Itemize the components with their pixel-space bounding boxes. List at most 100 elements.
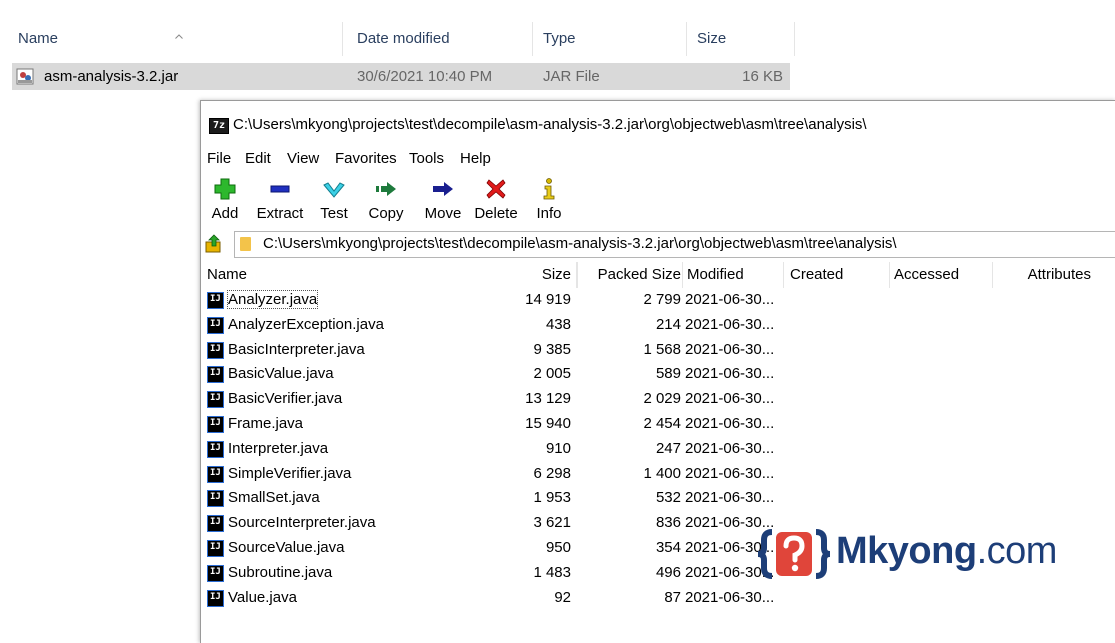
file-name: BasicValue.java: [228, 365, 334, 383]
column-divider[interactable]: [686, 22, 687, 56]
intellij-file-icon: IJ: [207, 564, 224, 582]
file-name: Value.java: [228, 588, 297, 606]
explorer-column-header: Name Date modified Type Size: [0, 22, 800, 56]
file-modified: 2021-06-30...: [685, 588, 775, 606]
intellij-file-icon: IJ: [207, 539, 224, 557]
column-size[interactable]: Size: [697, 22, 726, 56]
file-name: SourceValue.java: [228, 538, 345, 556]
header-created[interactable]: Created: [790, 266, 843, 283]
file-modified: 2021-06-30...: [685, 365, 775, 383]
intellij-file-icon: IJ: [207, 415, 224, 433]
column-type[interactable]: Type: [543, 22, 576, 56]
column-name[interactable]: Name: [18, 22, 58, 56]
list-item[interactable]: IJ AnalyzerException.java 438 214 2021-0…: [201, 315, 1115, 340]
plus-icon: [214, 178, 236, 200]
file-size: 16 KB: [742, 68, 783, 85]
title-bar[interactable]: 7z C:\Users\mkyong\projects\test\decompi…: [201, 101, 1115, 145]
header-attributes[interactable]: Attributes: [1028, 266, 1091, 283]
jar-file-icon: [16, 68, 34, 85]
list-item[interactable]: IJ Interpreter.java 910 247 2021-06-30..…: [201, 439, 1115, 464]
minus-icon: [270, 185, 290, 193]
watermark-text: Mkyong.com: [836, 530, 1057, 573]
menu-favorites[interactable]: Favorites: [335, 150, 397, 167]
intellij-file-icon: IJ: [207, 292, 224, 309]
column-divider[interactable]: [783, 262, 784, 288]
file-packed-size: 496: [655, 563, 681, 581]
column-divider[interactable]: [532, 22, 533, 56]
column-divider[interactable]: [889, 262, 890, 288]
sevenzip-app-icon[interactable]: 7z: [209, 118, 229, 134]
info-button[interactable]: Info: [533, 173, 565, 229]
file-modified: 2021-06-30...: [685, 489, 775, 507]
file-size: 92: [554, 588, 571, 606]
column-divider[interactable]: [682, 262, 683, 288]
file-packed-size: 247: [655, 439, 681, 457]
header-size[interactable]: Size: [542, 266, 571, 283]
file-name: asm-analysis-3.2.jar: [44, 68, 179, 85]
list-item[interactable]: IJ BasicVerifier.java 13 129 2 029 2021-…: [201, 389, 1115, 414]
column-divider[interactable]: [992, 262, 993, 288]
menu-help[interactable]: Help: [460, 150, 491, 167]
move-button[interactable]: Move: [421, 173, 465, 229]
file-size: 6 298: [533, 464, 571, 482]
up-folder-icon[interactable]: [205, 234, 223, 254]
folder-icon: [240, 237, 251, 251]
column-divider[interactable]: [577, 262, 578, 288]
column-divider[interactable]: [342, 22, 343, 56]
menu-view[interactable]: View: [287, 150, 319, 167]
path-text: C:\Users\mkyong\projects\test\decompile\…: [263, 235, 897, 252]
list-item[interactable]: IJ Frame.java 15 940 2 454 2021-06-30...: [201, 414, 1115, 439]
file-size: 15 940: [525, 414, 571, 432]
file-packed-size: 532: [655, 489, 681, 507]
header-name[interactable]: Name: [207, 266, 247, 283]
test-button[interactable]: Test: [315, 173, 353, 229]
list-item[interactable]: IJ Analyzer.java 14 919 2 799 2021-06-30…: [201, 290, 1115, 315]
list-item[interactable]: IJ SimpleVerifier.java 6 298 1 400 2021-…: [201, 464, 1115, 489]
file-modified: 2021-06-30...: [685, 439, 775, 457]
add-button[interactable]: Add: [207, 173, 243, 229]
intellij-file-icon: IJ: [207, 391, 224, 409]
header-modified[interactable]: Modified: [687, 266, 744, 283]
file-packed-size: 589: [655, 365, 681, 383]
list-item[interactable]: IJ Value.java 92 87 2021-06-30...: [201, 588, 1115, 613]
file-modified: 2021-06-30...: [685, 340, 775, 358]
list-item[interactable]: IJ SmallSet.java 1 953 532 2021-06-30...: [201, 488, 1115, 513]
file-packed-size: 1 568: [643, 340, 681, 358]
copy-button[interactable]: Copy: [366, 173, 406, 229]
column-divider[interactable]: [794, 22, 795, 56]
menu-tools[interactable]: Tools: [409, 150, 444, 167]
delete-button[interactable]: Delete: [471, 173, 521, 229]
header-packed-size[interactable]: Packed Size: [598, 266, 681, 283]
file-list-header: Name Size Packed Size Modified Created A…: [201, 262, 1115, 288]
file-size: 950: [545, 538, 571, 556]
intellij-file-icon: IJ: [207, 465, 224, 483]
list-item[interactable]: IJ BasicValue.java 2 005 589 2021-06-30.…: [201, 364, 1115, 389]
file-row-selected[interactable]: asm-analysis-3.2.jar 30/6/2021 10:40 PM …: [12, 63, 790, 90]
delete-x-icon: [486, 179, 506, 199]
file-packed-size: 836: [655, 514, 681, 532]
file-name: Analyzer.java: [226, 290, 319, 309]
header-accessed[interactable]: Accessed: [894, 266, 959, 283]
info-label: Info: [536, 205, 562, 222]
menu-edit[interactable]: Edit: [245, 150, 271, 167]
column-date-modified[interactable]: Date modified: [357, 22, 450, 56]
menu-file[interactable]: File: [207, 150, 231, 167]
file-date: 30/6/2021 10:40 PM: [357, 68, 493, 85]
list-item[interactable]: IJ BasicInterpreter.java 9 385 1 568 202…: [201, 340, 1115, 365]
file-type: JAR File: [543, 68, 600, 85]
file-modified: 2021-06-30...: [685, 291, 775, 308]
copy-label: Copy: [368, 205, 404, 222]
intellij-file-icon: IJ: [207, 366, 224, 384]
path-input[interactable]: C:\Users\mkyong\projects\test\decompile\…: [234, 231, 1115, 258]
file-packed-size: 1 400: [643, 464, 681, 482]
file-name: SmallSet.java: [228, 489, 320, 507]
file-modified: 2021-06-30...: [685, 464, 775, 482]
extract-button[interactable]: Extract: [253, 173, 307, 229]
file-size: 1 483: [533, 563, 571, 581]
add-label: Add: [211, 205, 239, 222]
file-packed-size: 214: [655, 315, 681, 333]
watermark-domain: .com: [976, 530, 1058, 572]
copy-arrow-icon: [376, 182, 396, 196]
file-modified: 2021-06-30...: [685, 390, 775, 408]
file-packed-size: 354: [655, 538, 681, 556]
